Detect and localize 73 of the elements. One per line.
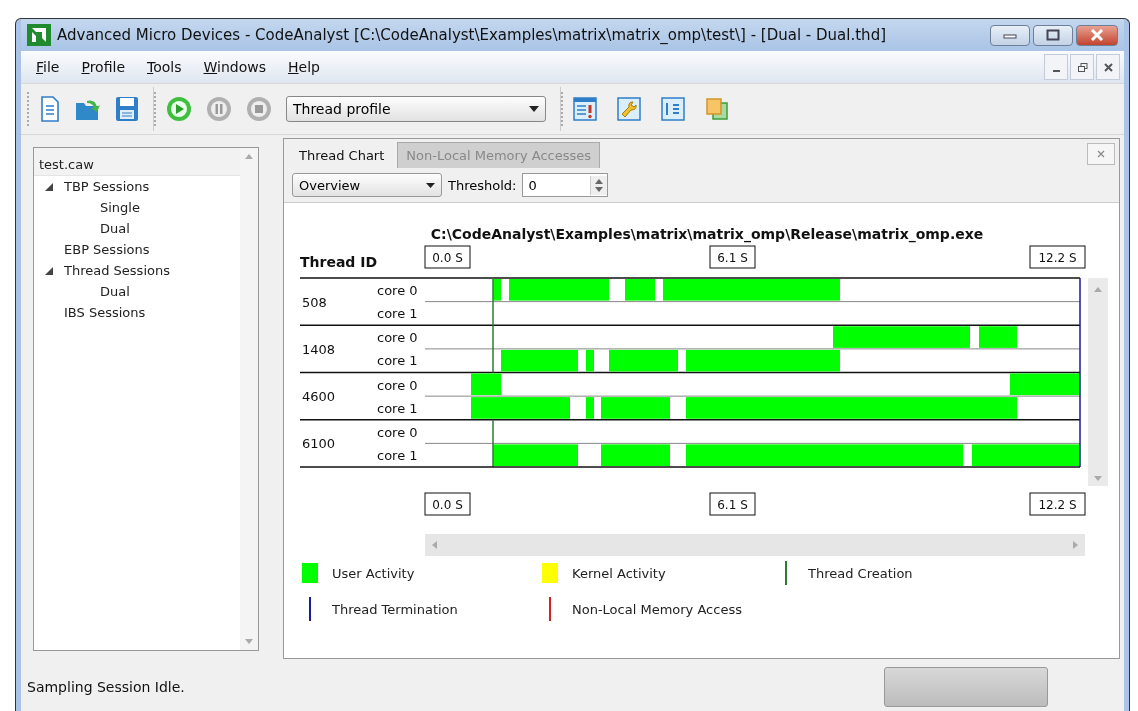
spin-down-icon[interactable] [593,185,606,193]
window-title: Advanced Micro Devices - CodeAnalyst [C:\CodeAnalyst\Examples\matrix\matrix_omp\test\] - [Dual - Dual.thd] [57,26,887,44]
core-label: core 0 [377,283,418,298]
legend-label: User Activity [332,565,415,581]
threshold-spinbox[interactable]: 0 [522,173,609,197]
tree-root-item[interactable]: test.caw [34,148,240,176]
minimize-icon[interactable] [1003,31,1017,39]
menu-item[interactable]: Profile [70,59,136,75]
caret-icon[interactable] [426,182,435,188]
close-button[interactable] [1076,24,1118,46]
core-label: core 1 [377,353,418,369]
wrench-window-icon[interactable] [617,97,641,121]
document-icon[interactable] [39,96,61,122]
menu-item[interactable]: Tools [136,59,193,75]
time-marker: 0.0 S [424,245,471,269]
tree-item[interactable]: Dual [100,284,130,299]
stop-icon[interactable] [246,96,272,122]
legend-label: Kernel Activity [572,565,666,581]
legend-label: Thread Termination [332,601,458,617]
core-label: core 0 [377,330,418,346]
overlapping-squares-icon[interactable] [705,97,729,121]
save-icon[interactable] [115,96,139,122]
menu-item[interactable]: Help [277,59,331,75]
tree-item[interactable]: Thread Sessions [64,263,170,278]
menu-item[interactable]: File [25,59,71,75]
app-logo-icon [27,24,51,46]
chart-title: C:\CodeAnalyst\Examples\matrix\matrix_omp\Release\matrix_omp.exe [430,226,984,242]
status-message: Sampling Session Idle. [27,679,186,695]
core-label: core 1 [377,400,418,416]
columns-window-icon[interactable] [661,97,685,121]
spin-up-icon[interactable] [593,177,606,185]
doc-restore-button[interactable] [1070,54,1094,80]
minimize-button[interactable] [990,24,1030,46]
tree-item[interactable]: Dual [100,221,130,236]
menu-item[interactable]: Windows [192,59,278,75]
tree-item[interactable]: EBP Sessions [64,242,150,257]
time-marker: 12.2 S [1029,245,1086,269]
horizontal-scrollbar[interactable] [425,534,1085,556]
maximize-icon[interactable] [1046,29,1060,41]
view-mode-dropdown[interactable]: Overview [292,173,442,197]
caret-icon[interactable] [529,106,539,112]
doc-minimize-button[interactable] [1044,54,1068,80]
doc-close-button[interactable] [1096,54,1120,80]
column-header: Thread ID [300,254,378,270]
tree-item[interactable]: TBP Sessions [64,179,150,194]
thread-id: 6100 [302,436,336,452]
time-marker: 0.0 S [424,492,471,516]
close-icon[interactable] [1097,149,1105,158]
pause-icon[interactable] [206,96,232,122]
restore-icon[interactable] [1076,61,1088,73]
time-marker: 12.2 S [1029,492,1086,516]
expand-toggle-icon[interactable] [44,181,54,192]
maximize-button[interactable] [1033,24,1073,46]
vertical-scrollbar[interactable] [1088,278,1108,486]
play-icon[interactable] [166,96,192,122]
core-label: core 1 [377,447,418,463]
legend-label: Thread Creation [808,565,913,581]
alert-list-icon[interactable] [573,97,597,121]
close-icon[interactable] [1102,61,1114,73]
core-label: core 1 [377,306,418,321]
time-marker: 6.1 S [709,245,756,269]
thread-id: 1408 [302,341,336,357]
core-label: core 0 [377,424,418,440]
thread-id: 508 [302,294,327,310]
core-label: core 0 [377,377,418,393]
profile-type-dropdown[interactable]: Thread profile [286,96,546,122]
legend-label: Non-Local Memory Access [572,601,742,617]
tree-item[interactable]: IBS Sessions [64,305,146,320]
tree-item[interactable]: Single [100,200,140,215]
time-marker: 6.1 S [709,492,756,516]
thread-id: 4600 [302,389,336,405]
expand-toggle-icon[interactable] [44,265,54,276]
threshold-label: Threshold: [448,177,517,193]
